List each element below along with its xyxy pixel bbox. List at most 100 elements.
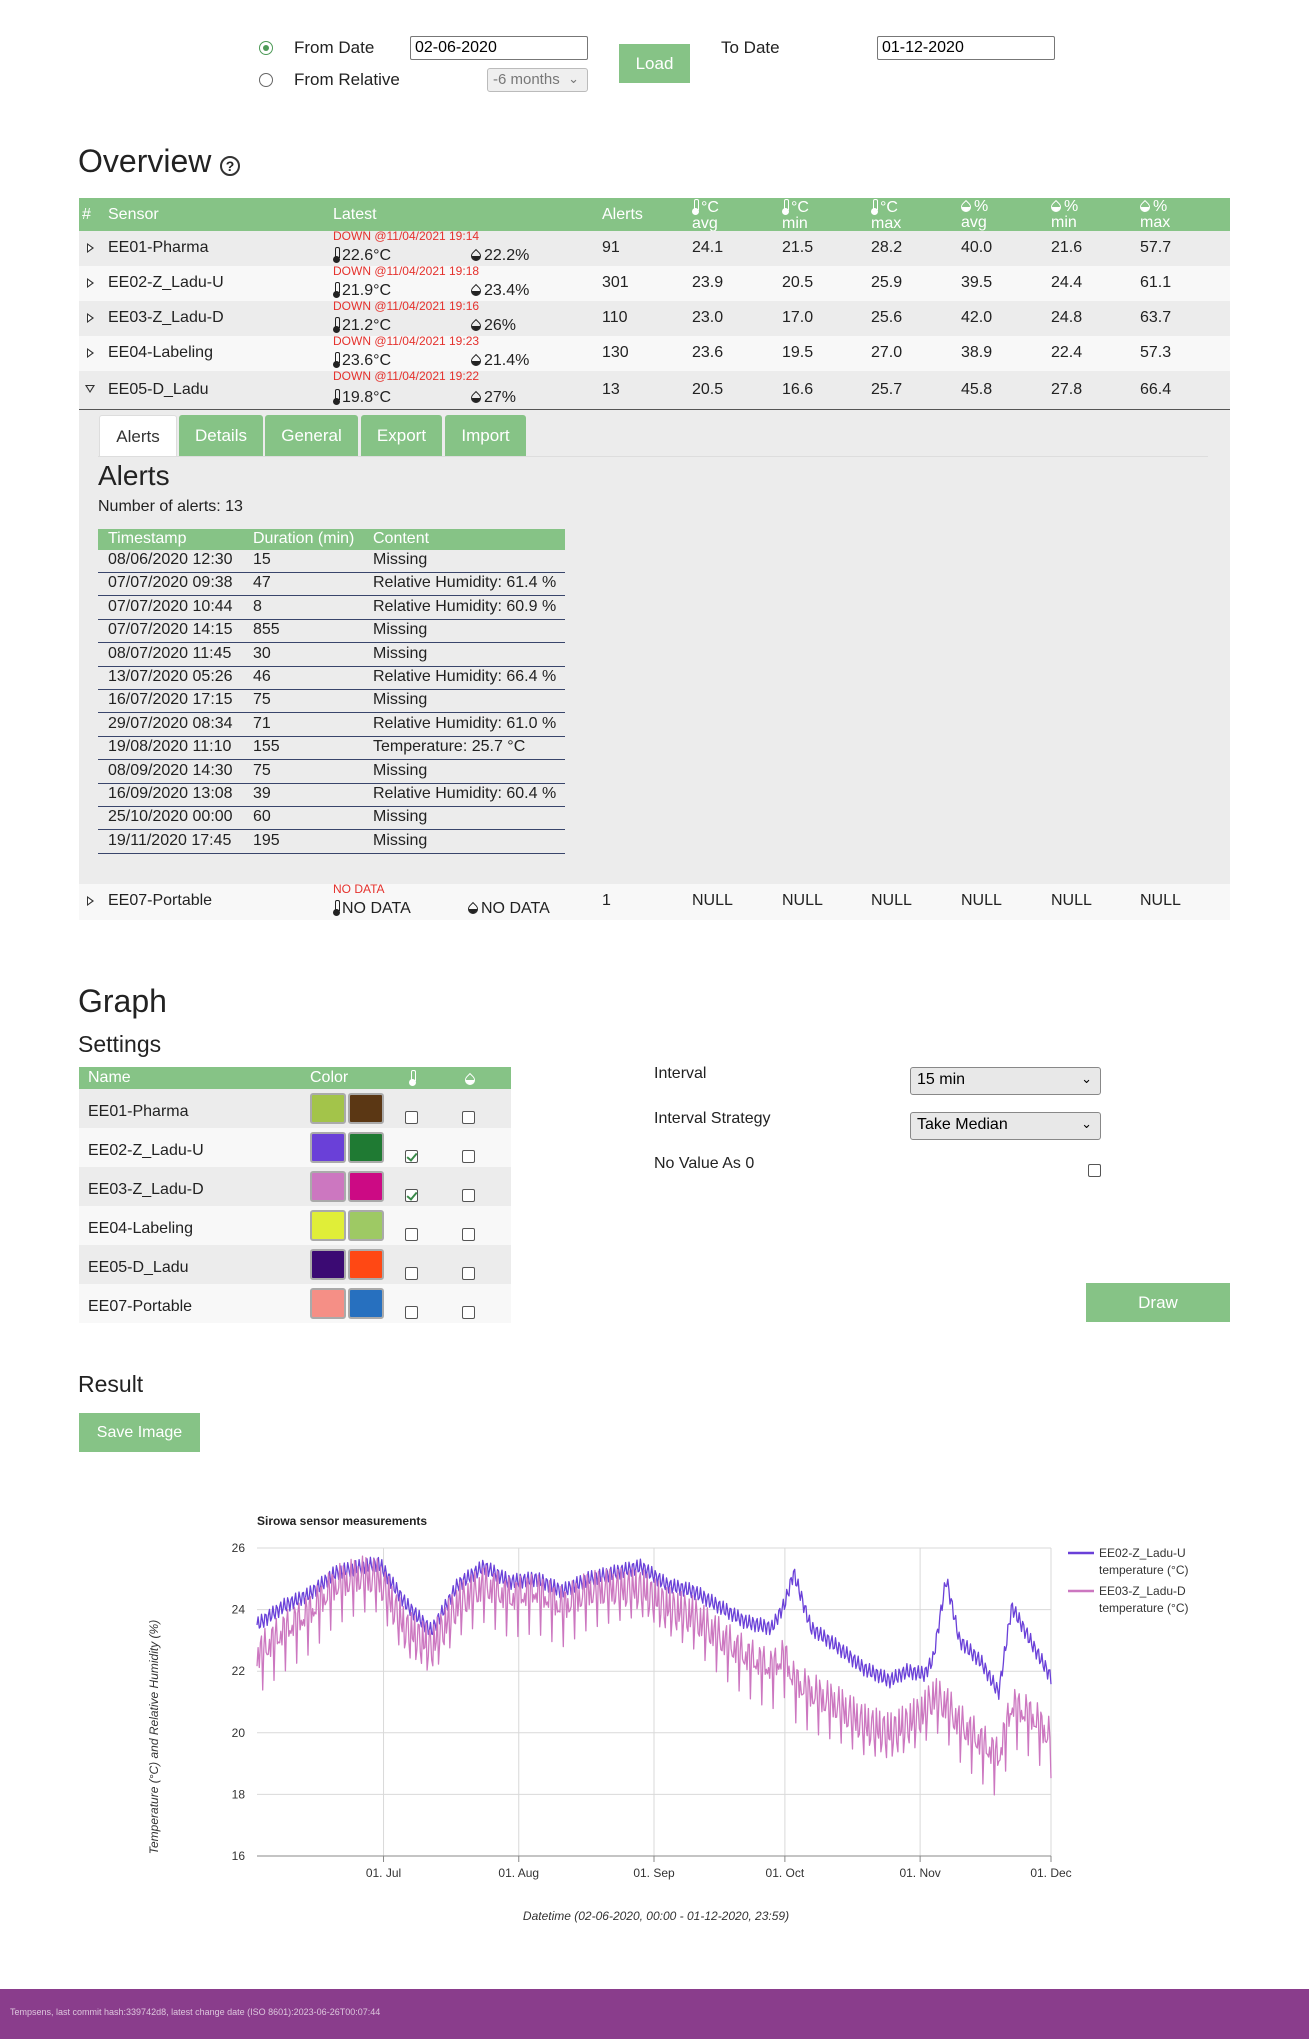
expand-triangle-icon[interactable]: [87, 278, 94, 288]
overview-table-header: # Sensor Latest Alerts °C avg °C min °C max…: [79, 198, 1230, 232]
overview-row[interactable]: EE07-Portable NO DATA NO DATA NO DATA 1 …: [79, 882, 1230, 920]
from-date-label: From Date: [294, 38, 375, 57]
humidity-checkbox[interactable]: [462, 1189, 475, 1202]
alert-duration: 155: [253, 738, 280, 756]
humidity-checkbox[interactable]: [462, 1111, 475, 1124]
settings-row: EE07-Portable: [79, 1284, 511, 1323]
temp-avg: 23.6: [692, 344, 724, 361]
temperature-checkbox[interactable]: [405, 1267, 418, 1280]
status-text: DOWN @11/04/2021 19:14: [333, 229, 480, 243]
temperature-color-swatch[interactable]: [310, 1249, 346, 1280]
thermometer-icon: [409, 1070, 418, 1088]
temperature-color-swatch[interactable]: [310, 1171, 346, 1202]
chevron-down-icon: ⌄: [568, 71, 579, 86]
save-image-button[interactable]: Save Image: [79, 1413, 200, 1452]
temperature-checkbox[interactable]: [405, 1306, 418, 1319]
humidity-checkbox[interactable]: [462, 1267, 475, 1280]
humidity-checkbox[interactable]: [462, 1150, 475, 1163]
expand-triangle-icon[interactable]: [87, 896, 94, 906]
temperature-color-swatch[interactable]: [310, 1210, 346, 1241]
no-value-as-zero-checkbox[interactable]: [1088, 1164, 1101, 1177]
col-alerts: Alerts: [602, 206, 643, 223]
overview-row[interactable]: EE01-Pharma DOWN @11/04/2021 19:14 22.6°…: [79, 229, 1230, 266]
from-date-radio[interactable]: [259, 41, 273, 55]
thermometer-icon: [692, 199, 699, 215]
temperature-checkbox[interactable]: [405, 1111, 418, 1124]
alert-content: Missing: [373, 761, 428, 779]
temperature-checkbox[interactable]: [405, 1189, 418, 1202]
legend-label-line: EE02-Z_Ladu-U: [1099, 1546, 1186, 1560]
hum-min: 22.4: [1051, 344, 1083, 361]
collapse-triangle-icon[interactable]: [85, 385, 95, 393]
temp-avg: 23.0: [692, 309, 724, 326]
droplet-icon: [1137, 199, 1153, 215]
tab-alerts[interactable]: Alerts: [99, 415, 177, 456]
alert-timestamp: 16/09/2020 13:08: [108, 785, 233, 802]
settings-row: EE02-Z_Ladu-U: [79, 1128, 511, 1167]
alert-row: 16/07/2020 17:15 75 Missing: [98, 690, 565, 714]
temp-min: 16.6: [782, 381, 814, 398]
tab-details[interactable]: Details: [179, 415, 263, 456]
expand-triangle-icon[interactable]: [87, 348, 94, 358]
humidity-checkbox[interactable]: [462, 1306, 475, 1319]
alert-timestamp: 16/07/2020 17:15: [108, 691, 233, 709]
alert-content: Missing: [373, 808, 428, 826]
alert-timestamp: 13/07/2020 05:26: [108, 668, 233, 685]
col-latest: Latest: [333, 206, 377, 223]
draw-button[interactable]: Draw: [1086, 1283, 1230, 1322]
overview-row-expanded[interactable]: EE05-D_Ladu DOWN @11/04/2021 19:22 19.8°…: [79, 369, 1230, 409]
alert-timestamp: 08/06/2020 12:30: [108, 551, 233, 568]
humidity-color-swatch[interactable]: [348, 1171, 384, 1202]
from-date-input[interactable]: [410, 36, 588, 60]
hum-min: NULL: [1051, 892, 1092, 909]
temp-min: 21.5: [782, 239, 814, 256]
alert-content: Relative Humidity: 61.0 %: [373, 714, 557, 732]
humidity-color-swatch[interactable]: [348, 1288, 384, 1319]
droplet-icon: [468, 318, 484, 334]
hum-max: 57.3: [1140, 344, 1172, 361]
humidity-color-swatch[interactable]: [348, 1210, 384, 1241]
overview-title: Overview: [78, 143, 212, 179]
alert-duration: 47: [253, 574, 271, 592]
overview-row[interactable]: EE02-Z_Ladu-U DOWN @11/04/2021 19:18 21.…: [79, 264, 1230, 301]
alert-timestamp: 08/09/2020 14:30: [108, 761, 233, 779]
tab-general[interactable]: General: [265, 415, 358, 456]
hum-avg: 39.5: [961, 274, 993, 291]
legend-label: EE02-Z_Ladu-U temperature (°C): [1099, 1546, 1189, 1577]
temp-max: 28.2: [871, 239, 903, 256]
x-tick-label: 01. Jul: [366, 1866, 401, 1880]
from-relative-radio[interactable]: [259, 73, 273, 87]
humidity-checkbox[interactable]: [462, 1228, 475, 1241]
temperature-checkbox[interactable]: [405, 1228, 418, 1241]
expand-triangle-icon[interactable]: [87, 243, 94, 253]
hum-min: 24.4: [1051, 274, 1083, 291]
relative-select[interactable]: -6 months ⌄: [487, 68, 588, 92]
interval-strategy-select[interactable]: Take Median ⌄: [910, 1112, 1101, 1140]
load-button[interactable]: Load: [619, 44, 690, 83]
settings-row: EE04-Labeling: [79, 1206, 511, 1245]
help-icon[interactable]: ?: [220, 156, 240, 176]
interval-select[interactable]: 15 min ⌄: [910, 1067, 1101, 1095]
overview-row[interactable]: EE03-Z_Ladu-D DOWN @11/04/2021 19:16 21.…: [79, 299, 1230, 336]
humidity-color-swatch[interactable]: [348, 1093, 384, 1124]
to-date-input[interactable]: [877, 36, 1055, 60]
overview-row[interactable]: EE04-Labeling DOWN @11/04/2021 19:23 23.…: [79, 334, 1230, 371]
alert-duration: 855: [253, 621, 280, 639]
tab-export[interactable]: Export: [361, 415, 442, 456]
droplet-icon: [462, 1071, 478, 1089]
settings-sensor-name: EE05-D_Ladu: [88, 1259, 189, 1276]
alert-duration: 75: [253, 691, 271, 709]
expand-triangle-icon[interactable]: [87, 313, 94, 323]
temperature-color-swatch[interactable]: [310, 1288, 346, 1319]
alerts-count: 1: [602, 892, 611, 909]
footer: Tempsens, last commit hash:339742d8, lat…: [0, 1989, 1309, 2039]
alert-content: Missing: [373, 691, 428, 709]
temperature-color-swatch[interactable]: [310, 1093, 346, 1124]
tab-import[interactable]: Import: [445, 415, 526, 456]
humidity-color-swatch[interactable]: [348, 1132, 384, 1163]
temp-avg: 20.5: [692, 381, 724, 398]
temperature-checkbox[interactable]: [405, 1150, 418, 1163]
humidity-color-swatch[interactable]: [348, 1249, 384, 1280]
x-axis-label: Datetime (02-06-2020, 00:00 - 01-12-2020…: [523, 1909, 789, 1923]
temperature-color-swatch[interactable]: [310, 1132, 346, 1163]
